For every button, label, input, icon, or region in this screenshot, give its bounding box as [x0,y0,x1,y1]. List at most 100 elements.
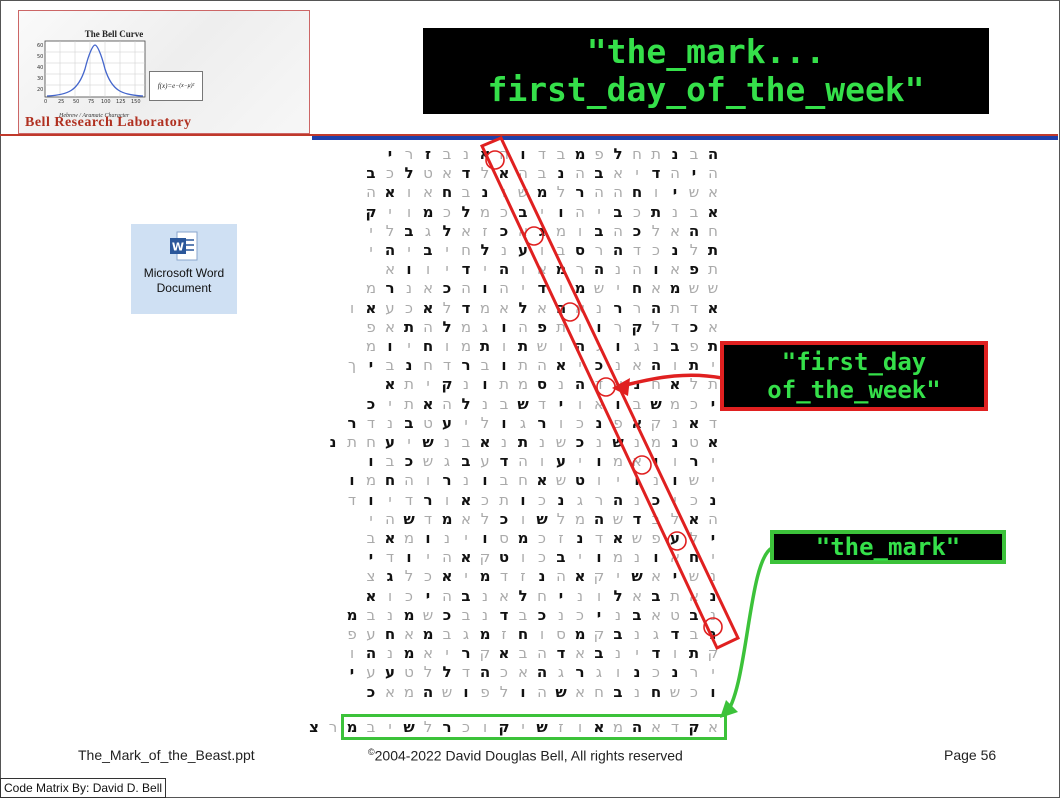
matrix-letter: י [464,567,468,586]
matrix-letter: ד [670,718,680,736]
matrix-letter: ת [708,260,718,279]
matrix-letter: נ [386,413,393,432]
word-label-line-1: Microsoft Word [143,266,225,280]
matrix-row: יכמשבואוידשבנלהאתיכ [344,395,724,414]
matrix-letter: נ [405,279,412,298]
matrix-letter: י [368,356,374,375]
matrix-letter: ס [574,241,586,259]
matrix-letter: מ [403,682,415,701]
matrix-letter: ב [461,183,471,202]
matrix-letter: ל [385,221,395,240]
matrix-letter: ג [652,625,660,643]
matrix-letter: ד [442,356,452,375]
matrix-letter: ב [499,394,509,413]
matrix-letter: ל [556,509,566,528]
slide-title-line-2: first_day_of_the_week" [487,70,925,109]
matrix-letter: ו [672,356,678,375]
code-matrix-credit: Code Matrix By: David D. Bell [0,778,167,798]
matrix-letter: כ [690,682,698,701]
matrix-letter: י [672,567,678,586]
matrix-letter: ש [403,718,415,736]
matrix-letter: ה [556,567,566,586]
matrix-letter: ו [425,529,431,547]
matrix-letter: מ [365,337,377,355]
matrix-letter: ד [461,260,471,279]
matrix-letter: ב [499,471,509,490]
matrix-letter: מ [479,567,491,586]
matrix-letter: נ [709,625,717,643]
matrix-letter: א [460,490,472,509]
matrix-letter: ב [461,586,471,605]
matrix-letter: ק [441,375,453,394]
matrix-letter: ש [631,567,643,586]
matrix-letter: כ [538,548,546,567]
matrix-letter: ב [651,586,661,605]
matrix-letter: נ [633,625,640,643]
matrix-letter: ש [612,433,624,451]
matrix-letter: מ [441,509,453,528]
matrix-letter: ז [482,221,488,240]
matrix-letter: ד [461,298,471,317]
matrix-letter: י [672,183,678,202]
matrix-letter: ר [575,183,585,202]
matrix-row: דאנקאפנכורגוליעטבנדר [344,414,724,433]
matrix-letter: נ [386,605,393,624]
matrix-letter: ר [461,644,471,663]
first-day-callout-line-1: "first_day [781,348,927,376]
matrix-letter: מ [612,452,624,471]
matrix-letter: ד [461,663,471,682]
matrix-letter: ו [482,529,488,547]
matrix-letter: נ [481,605,488,624]
word-document-icon: W [170,231,198,261]
matrix-letter: נ [481,394,488,413]
matrix-letter: א [384,529,396,547]
matrix-letter: ג [576,490,584,509]
matrix-letter: י [635,644,639,663]
matrix-letter: נ [671,202,678,221]
matrix-letter: ש [555,433,567,451]
matrix-letter: ה [499,279,509,298]
matrix-letter: א [422,183,434,202]
matrix-letter: ל [442,221,452,240]
matrix-letter: ר [613,317,623,336]
matrix-row: תלאחנאדהנסמתונקיתא [344,375,724,394]
matrix-letter: א [688,413,700,432]
matrix-letter: כ [442,605,452,624]
matrix-letter: ג [443,452,451,471]
matrix-letter: מ [574,625,586,643]
matrix-letter: ד [651,644,661,663]
matrix-letter: ת [404,375,414,394]
matrix-letter: ח [632,145,642,163]
matrix-letter: ב [461,452,471,471]
matrix-letter: ו [520,490,526,509]
matrix-letter: מ [479,298,491,317]
matrix-letter: ס [499,529,509,547]
matrix-letter: ו [653,183,659,202]
matrix-letter: נ [557,605,564,624]
matrix-letter: ו [444,490,450,509]
matrix-letter: ה [537,682,547,701]
matrix-letter: ט [670,605,680,624]
matrix-letter: ת [499,490,509,509]
matrix-letter: נ [671,663,679,682]
matrix-letter: ה [442,586,452,605]
matrix-letter: ת [518,356,528,375]
matrix-letter: ה [479,663,491,682]
matrix-letter: ת [404,394,414,413]
matrix-letter: ש [593,279,605,298]
matrix-letter: ד [347,490,357,509]
matrix-letter: ל [404,164,414,183]
matrix-letter: ו [672,452,678,471]
matrix-letter: ש [536,509,548,528]
matrix-letter: ה [708,509,718,528]
matrix-letter: י [596,605,602,624]
matrix-letter: ה [404,471,414,490]
word-document-shortcut[interactable]: W Microsoft Word Document [131,224,237,314]
matrix-letter: ב [613,202,623,221]
matrix-row: ירנכנוגרגהאכהדללטעעי [344,663,724,682]
matrix-letter: ב [366,164,376,183]
matrix-letter: נ [614,644,621,663]
matrix-letter: ו [672,471,678,490]
matrix-letter: ה [461,279,471,298]
matrix-letter: ת [670,298,680,317]
